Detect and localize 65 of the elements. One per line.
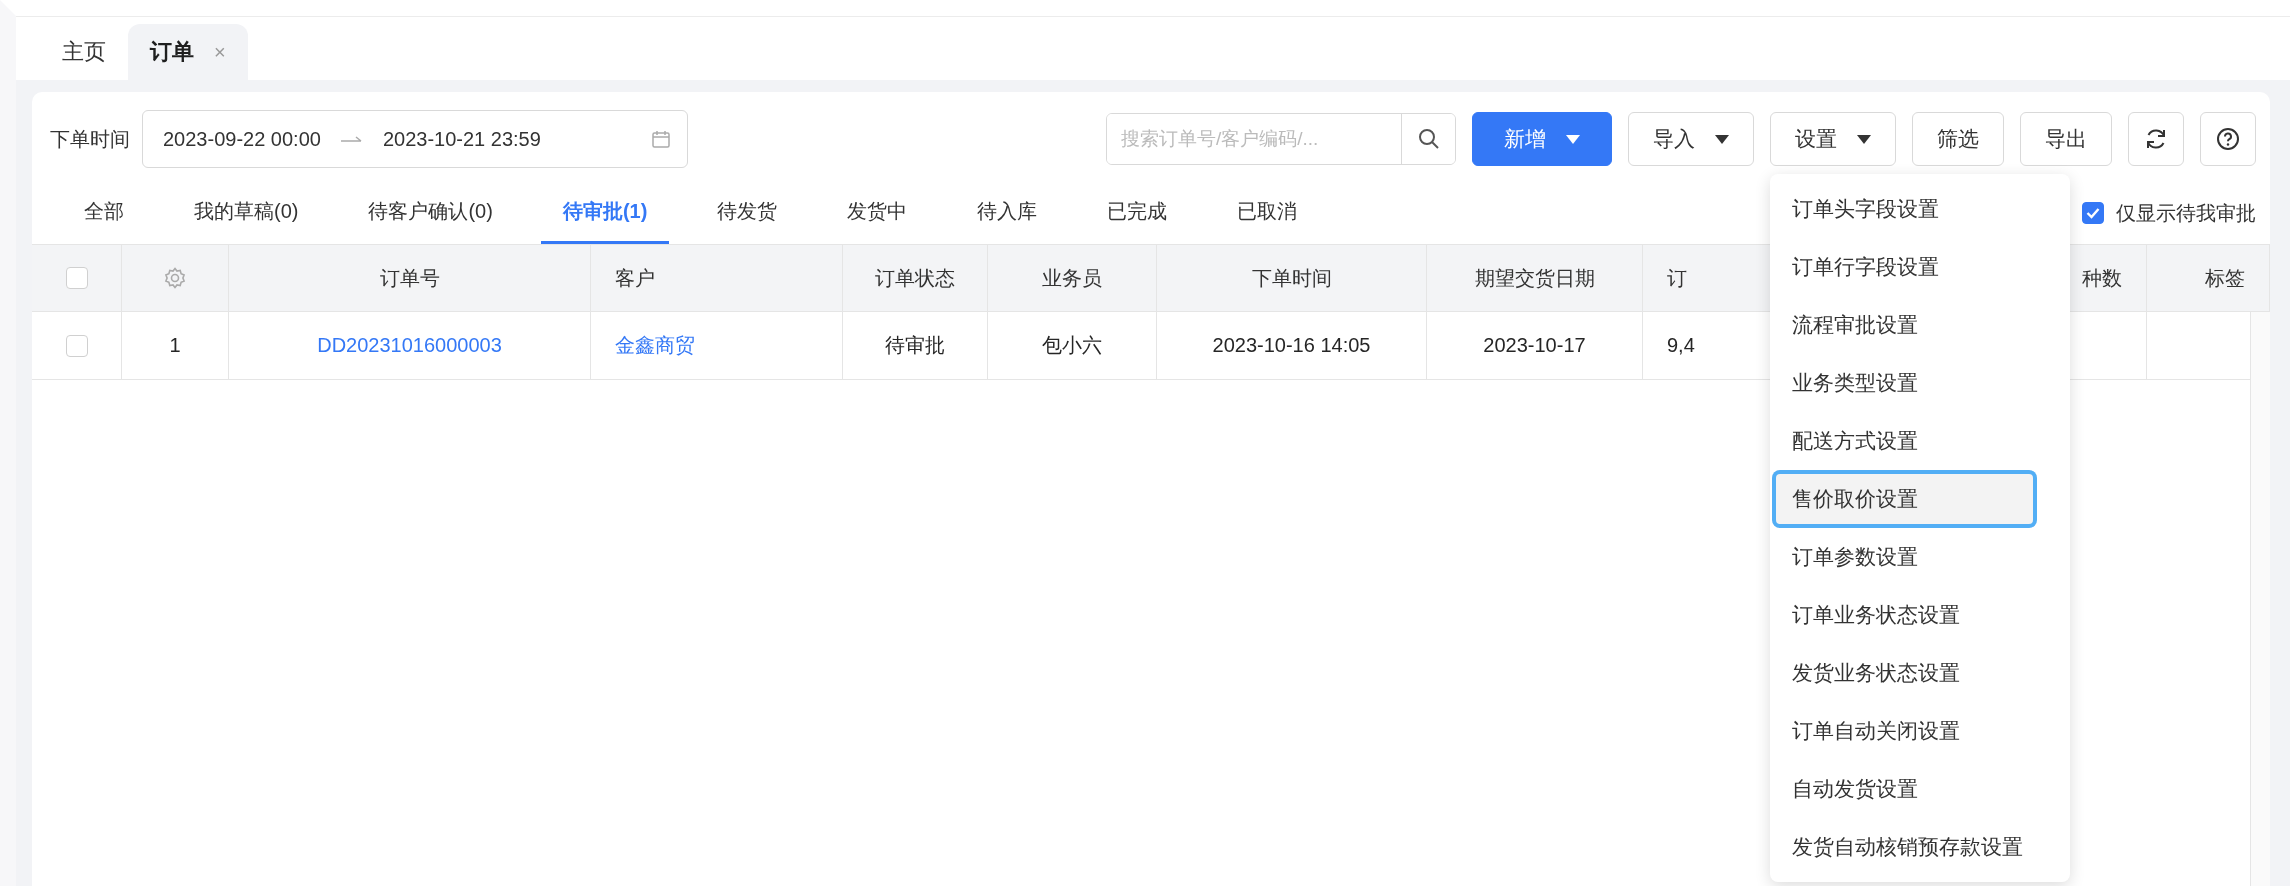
search-field[interactable]: 搜索订单号/客户编码/... [1106,113,1456,165]
column-header: 种数 [2082,265,2122,291]
menu-item[interactable]: 流程审批设置 [1770,296,2070,354]
help-icon [2216,127,2240,151]
status-tab[interactable]: 我的草稿(0) [172,182,321,244]
menu-item[interactable]: 业务类型设置 [1770,354,2070,412]
column-header: 下单时间 [1251,265,1332,291]
menu-item[interactable]: 配送方式设置 [1770,412,2070,470]
table-link[interactable]: DD20231016000003 [317,334,502,357]
help-button[interactable] [2200,112,2256,166]
column-header: 业务员 [1042,265,1102,291]
column-header: 订单状态 [875,265,955,291]
menu-item[interactable]: 发货业务状态设置 [1770,644,2070,702]
toolbar-button[interactable]: 筛选 [1912,112,2004,166]
caret-icon [1857,134,1871,144]
caret-icon [1715,134,1729,144]
menu-item[interactable]: 自动发货设置 [1770,760,2070,818]
status-tab[interactable]: 待入库 [955,182,1060,244]
status-tab[interactable]: 已完成 [1085,182,1190,244]
table-cell: 2023-10-16 14:05 [1212,334,1371,357]
table-cell: 9,4 [1667,334,1695,357]
settings-icon[interactable] [163,266,187,290]
filter-label: 下单时间 [50,126,130,152]
menu-item[interactable]: 售价取价设置 [1772,470,2037,528]
menu-item[interactable]: 订单自动关闭设置 [1770,702,2070,760]
arrow-icon [340,135,363,143]
row-number: 1 [169,334,181,357]
status-tab[interactable]: 待客户确认(0) [346,182,515,244]
checkbox[interactable] [2082,202,2104,224]
row-checkbox[interactable] [65,334,88,357]
status-tab[interactable]: 发货中 [825,182,930,244]
refresh-icon [2144,127,2168,151]
status-tab[interactable]: 待发货 [695,182,800,244]
page-tab[interactable]: 主页 [40,24,128,80]
page-tab[interactable]: 订单 × [128,24,248,80]
date-range-field[interactable]: 2023-09-22 00:00 2023-10-21 23:59 [142,110,688,168]
select-all-checkbox[interactable] [65,267,88,289]
menu-item[interactable]: 订单业务状态设置 [1770,586,2070,644]
menu-item[interactable]: 订单行字段设置 [1770,238,2070,296]
column-header: 订 [1667,265,1687,291]
menu-item[interactable]: 订单头字段设置 [1770,180,2070,238]
toolbar-button[interactable]: 导入 [1628,112,1754,166]
table-cell-text: 待审批 [885,333,945,358]
menu-item[interactable]: 订单参数设置 [1770,528,2070,586]
menu-item[interactable]: 发货自动核销预存款设置 [1770,818,2070,876]
status-tab[interactable]: 全部 [62,182,146,244]
toolbar-button[interactable]: 设置 [1770,112,1896,166]
refresh-button[interactable] [2128,112,2184,166]
check-icon [2086,207,2100,219]
column-header: 订单号 [379,265,440,291]
toolbar-button[interactable]: 新增 [1472,112,1612,166]
search-icon [1417,128,1440,150]
search-button[interactable] [1401,114,1455,164]
table-cell-text: 包小六 [1042,333,1102,358]
caret-icon [1566,134,1580,144]
status-tab[interactable]: 已取消 [1215,182,1320,244]
table-link[interactable]: 金鑫商贸 [615,332,695,359]
calendar-icon [651,129,671,149]
toolbar-button[interactable]: 导出 [2020,112,2112,166]
table-cell: 2023-10-17 [1483,334,1586,357]
column-header: 标签 [2205,265,2245,291]
column-header: 期望交货日期 [1474,265,1595,291]
scrollbar-track[interactable] [2250,312,2270,886]
checkbox-label: 仅显示待我审批 [2116,200,2256,226]
column-header: 客户 [615,265,655,291]
